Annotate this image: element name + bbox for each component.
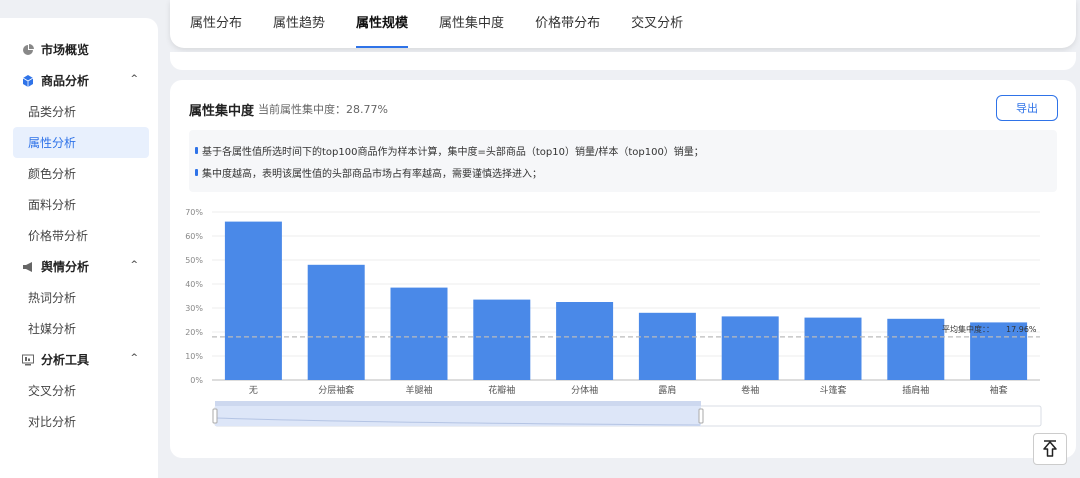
card-title: 属性集中度 [189,104,255,119]
monitor-icon [22,354,34,366]
bullet-marker [195,147,198,154]
info-line: 集中度越高，表明该属性值的头部商品市场占有率越高，需要谨慎选择进入； [195,165,542,180]
bar [887,318,945,380]
sidebar-group-label: 商品分析 [41,74,90,88]
megaphone-icon [22,261,34,273]
zoom-handle-left[interactable] [212,408,218,424]
filter-strip [170,52,1076,70]
info-line: 基于各属性值所选时间下的top100商品作为样本计算，集中度=头部商品（top1… [195,143,704,158]
scroll-to-top-button[interactable] [1033,433,1067,465]
chevron-up-icon[interactable]: ^ [130,260,138,270]
x-tick-label: 斗篷套 [819,384,846,396]
bar [804,317,862,380]
sidebar-item[interactable]: 面料分析 [0,189,158,220]
tab[interactable]: 属性规模 [356,0,409,48]
sidebar-item[interactable]: 对比分析 [0,406,158,437]
bar-chart: 0% 10% 20% 30% 40% 50% 60% 70% 无 分层袖套 羊腿袖 花瓣袖 分体袖 露肩 卷… [185,208,1042,427]
y-tick-label: 70% [185,208,203,217]
zoom-slider-bar [215,401,701,406]
x-tick-label: 插肩袖 [902,384,929,396]
sidebar-item[interactable]: 品类分析 [0,96,158,127]
current-concentration: 当前属性集中度：28.77% [258,103,388,116]
sidebar-item[interactable]: 热词分析 [0,282,158,313]
sidebar-group-label: 分析工具 [41,353,90,367]
average-value: 17.96% [1006,325,1037,334]
x-tick-label: 卷袖 [741,384,759,396]
arrow-up-icon [1043,440,1057,457]
x-tick-label: 花瓣袖 [488,384,515,396]
tab-bar: 属性分布 属性趋势 属性规模 属性集中度 价格带分布 交叉分析 [170,0,1076,48]
x-tick-label: 袖套 [990,384,1008,396]
tab[interactable]: 属性集中度 [439,0,504,48]
sidebar-group-label: 舆情分析 [41,260,90,274]
tab[interactable]: 属性趋势 [273,0,325,48]
tab[interactable]: 交叉分析 [631,0,683,48]
sidebar-item[interactable]: 属性分析 [13,127,149,158]
bar [224,221,282,380]
bar [638,312,696,380]
x-tick-label: 露肩 [658,384,676,396]
sidebar-item[interactable]: 交叉分析 [0,375,158,406]
tab[interactable]: 价格带分布 [535,0,600,48]
bullet-marker [195,169,198,176]
average-label: 平均集中度：： [942,324,994,334]
bar [473,299,531,380]
x-tick-label: 无 [249,385,258,396]
y-tick-label: 0% [190,376,203,385]
sidebar-item[interactable]: 价格带分析 [0,220,158,251]
y-tick-label: 50% [185,256,203,265]
bar [307,264,365,380]
sidebar-item[interactable]: 社媒分析 [0,313,158,344]
sidebar: 市场概览商品分析 ^ 品类分析 属性分析 颜色分析 面料分析 价格带分析舆情分析 ^ 热词分析社… [0,18,158,478]
bar [556,302,614,380]
sidebar-group[interactable]: 分析工具 ^ [0,344,158,375]
tab[interactable]: 属性分布 [190,0,242,48]
x-tick-label: 分层袖套 [318,384,354,396]
cube-icon [22,74,34,87]
y-tick-label: 10% [185,352,203,361]
y-tick-label: 40% [185,280,203,289]
bar [390,287,448,380]
export-button[interactable]: 导出 [996,95,1058,121]
concentration-card: 属性集中度 当前属性集中度：28.77% 导出 基于各属性值所选时间下的top1… [170,80,1076,458]
y-tick-label: 30% [185,304,203,313]
bar [721,316,779,380]
sidebar-group[interactable]: 舆情分析 ^ [0,251,158,282]
x-tick-label: 分体袖 [571,384,598,396]
zoom-handle-right[interactable] [698,408,704,424]
sidebar-group-label: 市场概览 [41,43,90,57]
chevron-up-icon[interactable]: ^ [130,353,138,363]
x-tick-label: 羊腿袖 [405,384,432,396]
chevron-up-icon[interactable]: ^ [130,74,138,84]
y-tick-label: 60% [185,232,203,241]
sidebar-item[interactable]: 颜色分析 [0,158,158,189]
pie-chart-icon [22,43,34,56]
sidebar-group[interactable]: 商品分析 ^ [0,65,158,96]
y-tick-label: 20% [185,328,203,337]
info-box: 基于各属性值所选时间下的top100商品作为样本计算，集中度=头部商品（top1… [189,130,1057,192]
sidebar-group[interactable]: 市场概览 [0,34,158,65]
